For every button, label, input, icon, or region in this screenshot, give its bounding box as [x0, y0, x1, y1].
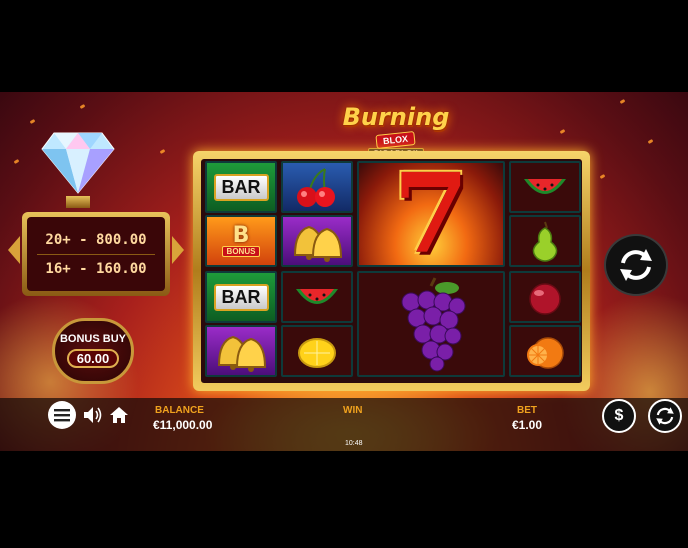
jackpot-panel: 20+ - 800.00 16+ - 160.00 — [8, 206, 184, 304]
sound-button[interactable] — [82, 404, 104, 426]
autoplay-icon — [656, 407, 674, 425]
reel-grid: BAR B BONUS BAR 7 — [201, 159, 582, 383]
symbol-watermelon — [509, 161, 581, 213]
watermelon-icon — [524, 179, 566, 194]
reel-frame: BAR B BONUS BAR 7 — [193, 151, 590, 391]
bet-settings-button[interactable]: $ — [602, 399, 636, 433]
win-label: WIN — [343, 405, 363, 416]
seven-glyph: 7 — [392, 149, 470, 278]
orange-icon — [527, 337, 564, 369]
symbol-plum — [509, 271, 581, 323]
jackpot-divider — [37, 253, 155, 255]
bar-label: BAR — [213, 283, 269, 311]
bells-icon — [293, 225, 343, 262]
jackpot-row: 20+ - 800.00 — [45, 231, 147, 248]
dollar-icon: $ — [614, 407, 624, 424]
symbol-cherries — [281, 161, 353, 213]
lemon-icon — [298, 338, 336, 368]
bonus-letter: B — [232, 222, 250, 248]
autoplay-button[interactable] — [648, 399, 682, 433]
jackpot-left-arrow — [8, 236, 20, 264]
bonus-buy-button[interactable]: BONUS BUY 60.00 — [52, 318, 134, 384]
symbol-bonus: B BONUS — [205, 215, 277, 267]
jackpot-right-arrow — [172, 236, 184, 264]
symbol-grapes — [357, 271, 505, 377]
spin-icon — [620, 249, 652, 281]
logo-title: Burning — [342, 103, 450, 131]
diamond-icon — [41, 132, 115, 194]
menu-button[interactable] — [48, 401, 76, 429]
symbol-bells — [281, 215, 353, 267]
menu-icon — [54, 409, 70, 422]
symbol-lemon — [281, 325, 353, 377]
grapes-icon — [401, 277, 466, 372]
home-icon — [110, 407, 128, 423]
pear-icon — [532, 221, 558, 262]
watermelon-icon — [296, 289, 338, 304]
bonus-buy-label: BONUS BUY — [59, 333, 126, 345]
plum-icon — [529, 283, 561, 315]
bonus-buy-price: 60.00 — [66, 349, 120, 368]
bet-label: BET — [517, 405, 537, 416]
jackpot-box: 20+ - 800.00 16+ - 160.00 — [22, 212, 170, 296]
symbol-pear — [509, 215, 581, 267]
logo-sub: BLOX — [375, 130, 417, 150]
bet-value: €1.00 — [512, 418, 543, 432]
symbol-bar: BAR — [205, 161, 277, 213]
speaker-icon — [84, 407, 102, 423]
symbol-bar: BAR — [205, 271, 277, 323]
bar-label: BAR — [213, 173, 269, 201]
balance-label: BALANCE — [155, 405, 204, 416]
bottom-bar: BALANCE €11,000.00 WIN 10:48 BET €1.00 $ — [0, 398, 688, 451]
symbol-orange — [509, 325, 581, 377]
cherries-icon — [297, 168, 335, 207]
symbol-seven: 7 — [357, 149, 505, 278]
balance-value: €11,000.00 — [153, 418, 213, 432]
symbol-bells — [205, 325, 277, 377]
bells-icon — [217, 335, 267, 372]
home-button[interactable] — [108, 404, 130, 426]
symbol-watermelon — [281, 271, 353, 323]
clock-time: 10:48 — [345, 440, 363, 447]
jackpot-row: 16+ - 160.00 — [45, 260, 147, 277]
spin-button[interactable] — [604, 234, 668, 296]
bonus-text: BONUS — [221, 245, 261, 257]
